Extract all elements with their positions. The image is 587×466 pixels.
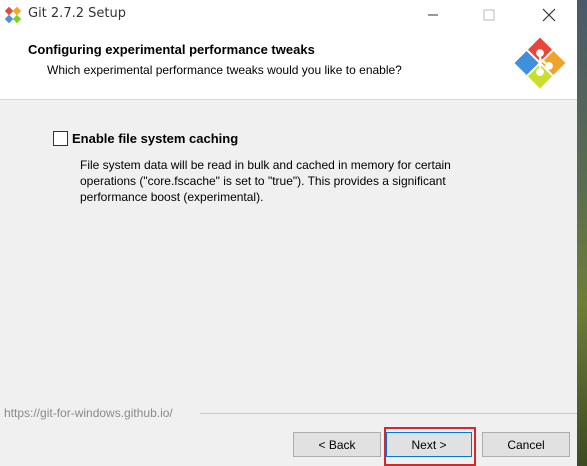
fscache-label[interactable]: Enable file system caching: [72, 131, 238, 146]
footer-divider: [200, 413, 577, 414]
git-setup-logo-icon: [514, 37, 566, 89]
minimize-icon: [428, 14, 438, 16]
minimize-button[interactable]: [410, 0, 456, 30]
setup-window: Git 2.7.2 Setup Configuring experimental…: [0, 0, 577, 466]
title-bar[interactable]: Git 2.7.2 Setup: [0, 0, 577, 30]
fscache-checkbox[interactable]: [53, 130, 68, 146]
maximize-button[interactable]: [466, 0, 512, 30]
desktop-background: [577, 0, 587, 466]
page-header: Configuring experimental performance twe…: [0, 30, 577, 100]
cancel-button[interactable]: Cancel: [482, 432, 570, 457]
window-title: Git 2.7.2 Setup: [28, 6, 126, 21]
close-icon: [542, 8, 556, 22]
close-button[interactable]: [526, 0, 572, 30]
git-logo-icon: [4, 6, 22, 24]
git-website-link: https://git-for-windows.github.io/: [4, 406, 173, 420]
page-title: Configuring experimental performance twe…: [28, 42, 315, 57]
page-subtitle: Which experimental performance tweaks wo…: [47, 63, 402, 77]
next-button[interactable]: Next >: [386, 432, 472, 457]
maximize-icon: [483, 9, 495, 21]
fscache-description: File system data will be read in bulk an…: [80, 158, 451, 204]
fscache-option[interactable]: Enable file system caching: [53, 130, 238, 146]
back-button[interactable]: < Back: [293, 432, 381, 457]
